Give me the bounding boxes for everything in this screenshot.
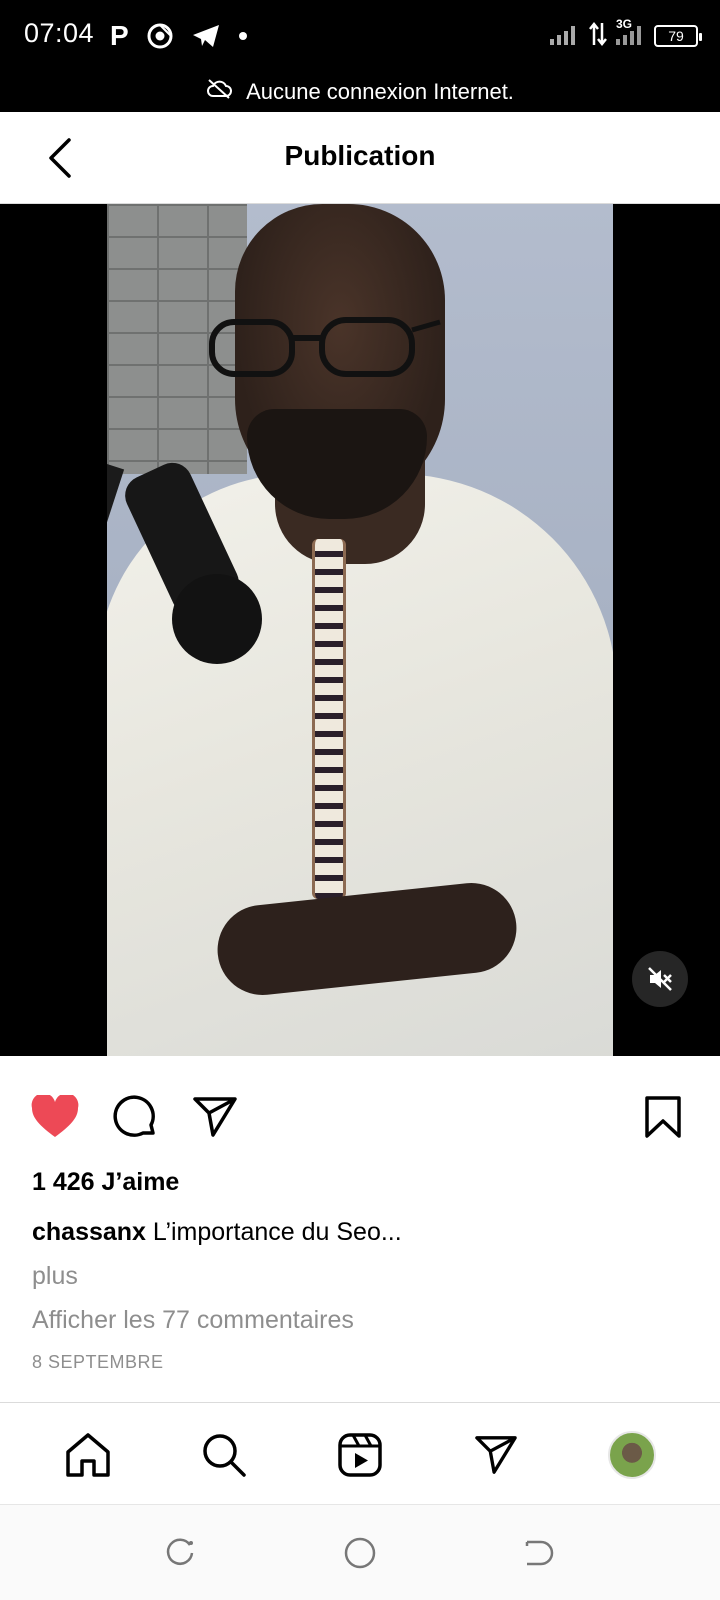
- send-icon: [475, 1436, 517, 1474]
- robe-embroidery: [312, 539, 346, 899]
- mute-button[interactable]: [632, 951, 688, 1007]
- profile-avatar: [608, 1431, 656, 1479]
- bookmark-icon: [645, 1096, 681, 1138]
- caption-username[interactable]: chassanx: [32, 1218, 146, 1246]
- microphone: [172, 574, 262, 664]
- caption-text: L’importance du Seo...: [145, 1218, 402, 1246]
- reels-icon: [338, 1433, 382, 1477]
- signal-icon: [550, 23, 580, 50]
- battery-level: 79: [668, 28, 684, 44]
- search-icon: [203, 1434, 246, 1477]
- bottom-nav: [0, 1402, 720, 1504]
- home-system-button[interactable]: [340, 1533, 380, 1573]
- chrome-icon: [147, 23, 173, 49]
- caption: chassanx L’importance du Seo...: [32, 1218, 402, 1247]
- status-bar: 07:04 P 3G 79: [0, 0, 720, 72]
- comment-button[interactable]: [110, 1092, 160, 1142]
- heart-icon: [31, 1095, 79, 1137]
- nav-search[interactable]: [196, 1427, 252, 1483]
- post-header: Publication: [0, 112, 720, 204]
- speaker-muted-icon: [648, 967, 672, 991]
- network-3g-icon: 3G: [616, 17, 646, 50]
- page-title: Publication: [284, 140, 436, 171]
- nav-profile[interactable]: [604, 1427, 660, 1483]
- battery-icon: 79: [654, 25, 702, 47]
- data-transfer-icon: [588, 21, 608, 52]
- status-time: 07:04: [24, 18, 95, 48]
- likes-count[interactable]: 1 426 J’aime: [32, 1168, 179, 1197]
- share-button[interactable]: [190, 1092, 240, 1142]
- status-notification-icons: P: [110, 18, 247, 54]
- offline-text: Aucune connexion Internet.: [246, 79, 514, 104]
- back-system-button[interactable]: [518, 1533, 558, 1573]
- offline-banner: Aucune connexion Internet.: [0, 72, 720, 112]
- nav-home[interactable]: [60, 1427, 116, 1483]
- notification-dot: [238, 32, 247, 40]
- network-type: 3G: [616, 16, 633, 31]
- video-frame: [107, 204, 613, 1056]
- home-circle-icon: [344, 1537, 376, 1569]
- glasses: [209, 317, 441, 377]
- recents-icon: [166, 1538, 194, 1565]
- post-actions: [0, 1056, 720, 1166]
- post-date: 8 SEPTEMBRE: [32, 1352, 164, 1372]
- home-icon: [66, 1433, 110, 1477]
- telegram-icon: [191, 23, 221, 49]
- send-icon: [193, 1097, 237, 1137]
- parking-icon: P: [110, 20, 129, 51]
- view-comments-link[interactable]: Afficher les 77 commentaires: [32, 1306, 354, 1335]
- post-video[interactable]: [0, 204, 720, 1056]
- system-navigation: [0, 1504, 720, 1600]
- nav-reels[interactable]: [332, 1427, 388, 1483]
- cloud-off-icon: [206, 79, 232, 105]
- like-button[interactable]: [30, 1092, 80, 1142]
- comment-icon: [113, 1095, 155, 1137]
- back-icon: [525, 1540, 554, 1566]
- bookmark-button[interactable]: [638, 1092, 688, 1142]
- nav-direct[interactable]: [468, 1427, 524, 1483]
- caption-more-link[interactable]: plus: [32, 1262, 78, 1291]
- recents-button[interactable]: [160, 1533, 200, 1573]
- status-system-icons: 3G 79: [550, 17, 702, 54]
